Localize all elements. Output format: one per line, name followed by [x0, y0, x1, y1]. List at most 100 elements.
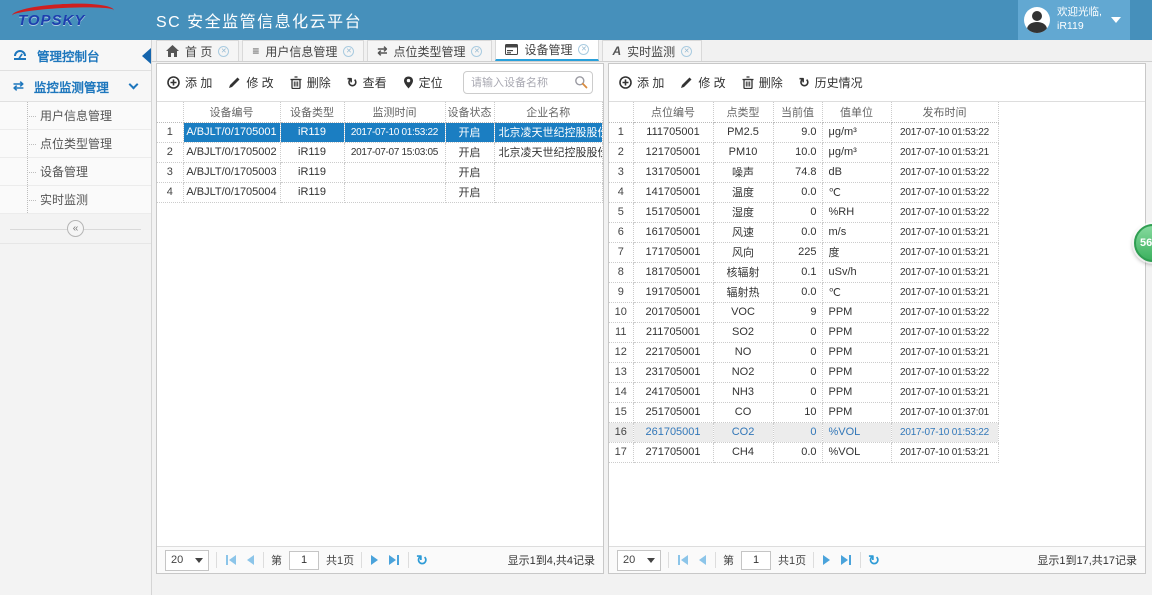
column-header[interactable]: 设备状态 — [445, 102, 495, 123]
prev-page-button[interactable] — [245, 555, 256, 565]
reload-icon[interactable]: ↻ — [868, 553, 880, 567]
last-page-button[interactable] — [387, 555, 401, 565]
device-panel: 添 加 修 改 删除 ↻ 查看 定位 请输入设备名称 设备编号 设备类型 监测时… — [156, 63, 604, 574]
tab-realtime-monitor[interactable]: A 实时监测 ✕ — [602, 40, 703, 61]
table-row[interactable]: 2 121705001 PM10 10.0 μg/m³ 2017-07-10 01:53:… — [609, 142, 999, 163]
cell: A/BJLT/0/1705004 — [183, 182, 281, 203]
table-row[interactable]: 13 231705001 NO2 0 PPM 2017-07-10 01:53:22 — [609, 362, 999, 383]
sidebar-item-console[interactable]: 管理控制台 — [0, 40, 151, 71]
cell: 开启 — [445, 122, 495, 143]
cell: 141705001 — [633, 182, 714, 203]
column-header[interactable]: 值单位 — [822, 102, 892, 123]
row-number: 6 — [609, 222, 634, 243]
cell: ℃ — [822, 182, 892, 203]
column-header[interactable] — [609, 102, 634, 123]
table-row[interactable]: 4 A/BJLT/0/1705004 iR119 开启 — [157, 182, 603, 203]
cell — [344, 182, 446, 203]
cell: m/s — [822, 222, 892, 243]
column-header[interactable]: 设备编号 — [183, 102, 281, 123]
reload-icon[interactable]: ↻ — [416, 553, 428, 567]
table-row[interactable]: 6 161705001 风速 0.0 m/s 2017-07-10 01:53:21 — [609, 222, 999, 243]
next-page-button[interactable] — [369, 555, 380, 565]
cell: 111705001 — [633, 122, 714, 143]
add-button[interactable]: 添 加 — [619, 74, 664, 91]
first-page-button[interactable] — [676, 555, 690, 565]
row-number: 9 — [609, 282, 634, 303]
next-page-button[interactable] — [821, 555, 832, 565]
pencil-icon — [681, 77, 692, 88]
cell: 0 — [773, 322, 823, 343]
sidebar-item-device[interactable]: 设备管理 — [0, 158, 151, 186]
sidebar-item-realtime[interactable]: 实时监测 — [0, 186, 151, 214]
page-number-input[interactable] — [741, 550, 771, 570]
page-size-select[interactable]: 20 — [165, 549, 209, 571]
table-row[interactable]: 16 261705001 CO2 0 %VOL 2017-07-10 01:53:22 — [609, 422, 999, 443]
cell: SO2 — [713, 322, 774, 343]
sidebar-collapse[interactable]: « — [0, 214, 151, 244]
page-number-input[interactable] — [289, 550, 319, 570]
cell: 191705001 — [633, 282, 714, 303]
cell: dB — [822, 162, 892, 183]
table-row[interactable]: 4 141705001 温度 0.0 ℃ 2017-07-10 01:53:22 — [609, 182, 999, 203]
table-row[interactable]: 12 221705001 NO 0 PPM 2017-07-10 01:53:21 — [609, 342, 999, 363]
table-row[interactable]: 10 201705001 VOC 9 PPM 2017-07-10 01:53:22 — [609, 302, 999, 323]
sidebar-item-monitor-management[interactable]: ⇄ 监控监测管理 — [0, 71, 151, 102]
close-icon[interactable]: ✕ — [471, 45, 483, 57]
tab-device-management[interactable]: 设备管理 ✕ — [495, 39, 600, 61]
close-icon[interactable]: ✕ — [218, 45, 230, 57]
table-row[interactable]: 7 171705001 风向 225 度 2017-07-10 01:53:21 — [609, 242, 999, 263]
table-row[interactable]: 2 A/BJLT/0/1705002 iR119 2017-07-07 15:03:0… — [157, 142, 603, 163]
table-row[interactable]: 3 131705001 噪声 74.8 dB 2017-07-10 01:53:22 — [609, 162, 999, 183]
column-header[interactable]: 点位编号 — [633, 102, 714, 123]
table-row[interactable]: 1 111705001 PM2.5 9.0 μg/m³ 2017-07-10 01:53:… — [609, 122, 999, 143]
table-row[interactable]: 5 151705001 湿度 0 %RH 2017-07-10 01:53:22 — [609, 202, 999, 223]
close-icon[interactable]: ✕ — [681, 45, 693, 57]
edit-button[interactable]: 修 改 — [680, 74, 726, 91]
page-title: SC 安全监管信息化云平台 — [156, 14, 363, 31]
close-icon[interactable]: ✕ — [343, 45, 355, 57]
row-number: 14 — [609, 382, 634, 403]
collapse-icon[interactable]: « — [67, 220, 84, 237]
table-row[interactable]: 9 191705001 辐射热 0.0 ℃ 2017-07-10 01:53:21 — [609, 282, 999, 303]
tab-point-type[interactable]: ⇄ 点位类型管理 ✕ — [367, 40, 493, 61]
table-row[interactable]: 11 211705001 SO2 0 PPM 2017-07-10 01:53:22 — [609, 322, 999, 343]
view-button[interactable]: ↻ 查看 — [347, 74, 387, 91]
tab-home[interactable]: 首 页 ✕ — [156, 40, 240, 61]
history-button[interactable]: ↻ 历史情况 — [799, 74, 863, 91]
cell: 0.0 — [773, 442, 823, 463]
table-row[interactable]: 3 A/BJLT/0/1705003 iR119 开启 — [157, 162, 603, 183]
column-header[interactable]: 设备类型 — [280, 102, 345, 123]
prev-page-button[interactable] — [697, 555, 708, 565]
locate-button[interactable]: 定位 — [403, 74, 443, 91]
row-number: 1 — [157, 122, 184, 143]
table-row[interactable]: 1 A/BJLT/0/1705001 iR119 2017-07-10 01:53:2… — [157, 122, 603, 143]
cell: 2017-07-10 01:53:21 — [891, 382, 999, 403]
page-size-select[interactable]: 20 — [617, 549, 661, 571]
add-button[interactable]: 添 加 — [167, 74, 212, 91]
column-header[interactable] — [157, 102, 184, 123]
table-row[interactable]: 15 251705001 CO 10 PPM 2017-07-10 01:37:01 — [609, 402, 999, 423]
edit-button[interactable]: 修 改 — [228, 74, 274, 91]
column-header[interactable]: 点类型 — [713, 102, 774, 123]
tab-user-info[interactable]: ≡ 用户信息管理 ✕ — [242, 40, 365, 61]
table-row[interactable]: 17 271705001 CH4 0.0 %VOL 2017-07-10 01:53:21 — [609, 442, 999, 463]
column-header[interactable]: 发布时间 — [891, 102, 999, 123]
table-row[interactable]: 14 241705001 NH3 0 PPM 2017-07-10 01:53:21 — [609, 382, 999, 403]
sidebar-item-user-info[interactable]: 用户信息管理 — [0, 102, 151, 130]
column-header[interactable]: 企业名称 — [494, 102, 603, 123]
delete-button[interactable]: 删除 — [742, 74, 783, 91]
column-header[interactable]: 当前值 — [773, 102, 823, 123]
search-icon[interactable] — [574, 75, 588, 89]
last-page-button[interactable] — [839, 555, 853, 565]
first-page-button[interactable] — [224, 555, 238, 565]
close-icon[interactable]: ✕ — [578, 44, 590, 55]
cell: 开启 — [445, 182, 495, 203]
delete-button[interactable]: 删除 — [290, 74, 331, 91]
cell: iR119 — [280, 142, 345, 163]
column-header[interactable]: 监测时间 — [344, 102, 446, 123]
table-row[interactable]: 8 181705001 核辐射 0.1 uSv/h 2017-07-10 01:53:21 — [609, 262, 999, 283]
user-menu[interactable]: 欢迎光临, iR119 — [1018, 0, 1130, 40]
sidebar-item-point-type[interactable]: 点位类型管理 — [0, 130, 151, 158]
cell: 181705001 — [633, 262, 714, 283]
letter-a-icon: A — [612, 44, 622, 58]
